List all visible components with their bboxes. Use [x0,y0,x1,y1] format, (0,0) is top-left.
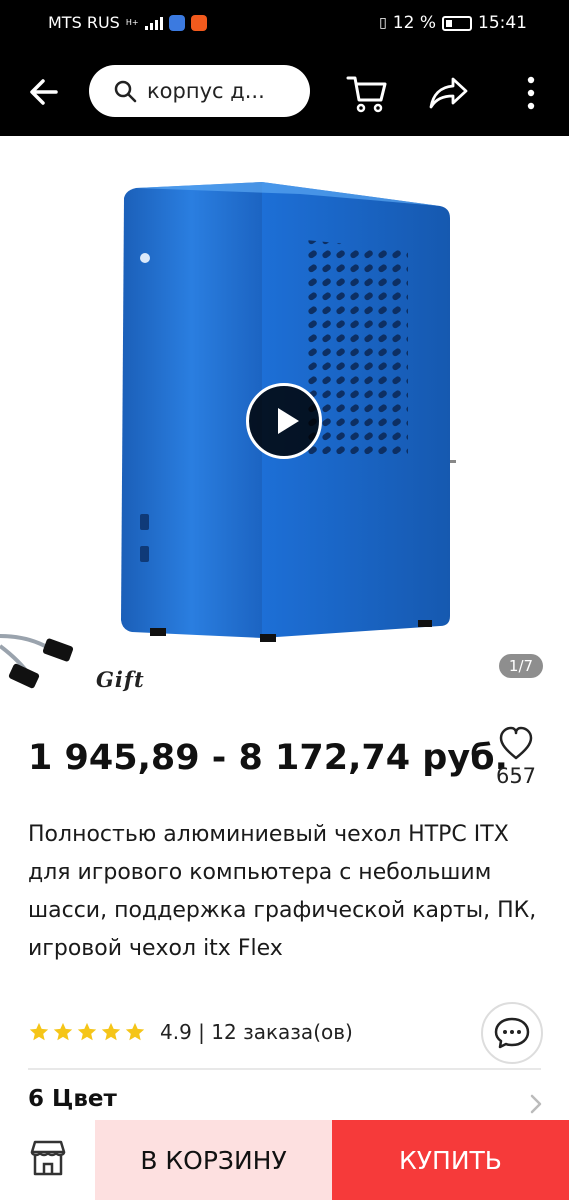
color-count-label: 6 Цвет [28,1086,117,1112]
vibrate-icon: ▯ [379,15,387,31]
cart-icon [346,76,387,113]
rating-row[interactable]: 4.9 | 12 заказа(ов) [28,1016,353,1048]
star-icon [77,1022,97,1041]
heart-icon [499,726,533,760]
add-to-cart-button[interactable]: В КОРЗИНУ [95,1120,332,1200]
color-selector[interactable]: 6 Цвет [28,1086,548,1120]
cart-button[interactable] [344,72,390,114]
battery-percent: 12 % [392,13,436,33]
search-input[interactable]: корпус д... [89,65,310,117]
star-icon [125,1022,145,1041]
rating-text: 4.9 | 12 заказа(ов) [160,1020,353,1044]
store-icon [30,1140,66,1176]
battery-icon [442,15,472,31]
search-query: корпус д... [147,79,265,103]
share-button[interactable] [428,74,470,112]
top-app-bar: корпус д... [0,48,569,136]
star-icon [29,1022,49,1041]
back-button[interactable] [24,72,64,112]
status-bar: MTS RUS H+ ▯ 12 % 15:41 [0,0,569,48]
play-icon [278,408,299,434]
network-type: H+ [125,17,139,27]
image-counter: 1/7 [499,654,543,678]
carrier-name: MTS RUS [48,13,120,32]
status-right: ▯ 12 % 15:41 [379,13,527,33]
star-icon [101,1022,121,1041]
bottom-action-bar: В КОРЗИНУ КУПИТЬ [0,1120,569,1200]
product-gallery[interactable]: Gift 1/7 [0,136,569,702]
rating-value: 4.9 [160,1020,192,1044]
search-icon [114,80,137,103]
signal-icon [144,16,163,30]
clock: 15:41 [478,13,527,33]
shield-app-icon [168,14,185,31]
orders-count: | 12 заказа(ов) [198,1020,353,1044]
status-left: MTS RUS H+ [48,13,207,32]
gift-label: Gift [96,667,145,692]
wishlist-count: 657 [495,764,537,788]
star-icon [53,1022,73,1041]
chat-bubble-icon [494,1017,530,1049]
divider [28,1068,541,1070]
more-options-button[interactable] [519,74,543,112]
wishlist-button[interactable]: 657 [492,724,540,794]
store-button[interactable] [0,1120,95,1200]
product-title: Полностью алюминиевый чехол HTPC ITX для… [28,822,537,961]
back-arrow-icon [30,79,58,105]
aliexpress-app-icon [190,14,207,31]
play-video-button[interactable] [246,383,322,459]
buy-now-button[interactable]: КУПИТЬ [332,1120,569,1200]
more-vertical-icon [527,76,535,110]
price-range: 1 945,89 - 8 172,74 руб. [28,738,508,778]
star-rating [28,1021,146,1043]
chevron-right-icon [530,1094,542,1114]
chat-button[interactable] [481,1002,543,1064]
share-icon [429,77,468,109]
